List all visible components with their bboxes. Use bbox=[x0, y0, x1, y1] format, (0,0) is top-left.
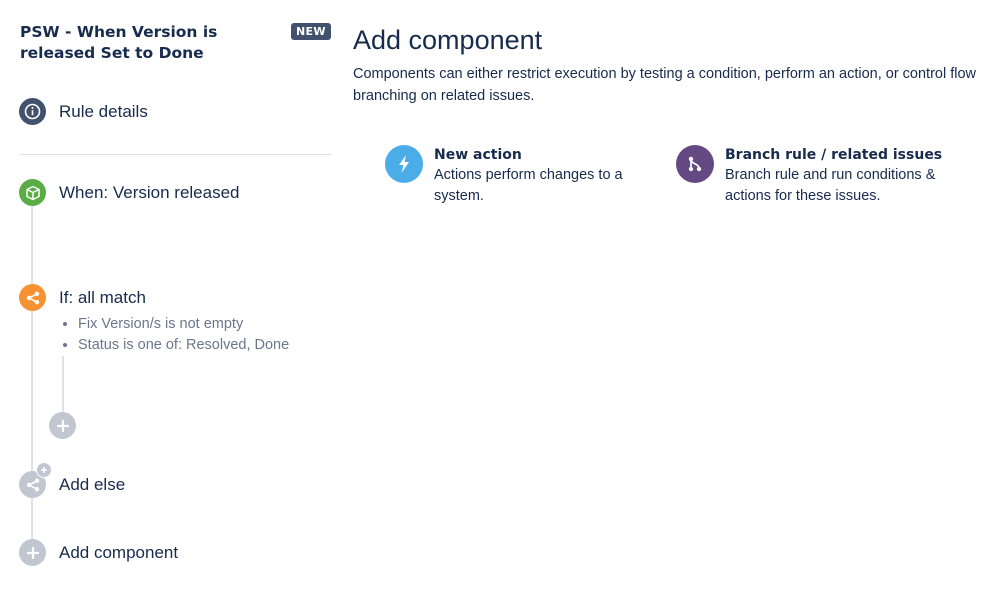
new-badge: NEW bbox=[291, 23, 331, 40]
divider bbox=[20, 154, 331, 155]
rule-details-label: Rule details bbox=[59, 101, 148, 121]
timeline-line bbox=[31, 206, 33, 286]
condition-list-item: Status is one of: Resolved, Done bbox=[78, 335, 289, 356]
add-component-item[interactable]: Add component bbox=[19, 539, 178, 566]
timeline-line bbox=[31, 497, 33, 539]
new-action-title: New action bbox=[434, 147, 522, 163]
lightning-icon bbox=[385, 145, 423, 183]
plus-icon bbox=[56, 419, 69, 432]
branch-rule-description: Branch rule and run conditions & actions… bbox=[725, 167, 936, 204]
plus-badge-icon bbox=[36, 462, 52, 478]
add-component-label: Add component bbox=[59, 542, 179, 562]
plus-icon bbox=[19, 539, 46, 566]
new-action-description: Actions perform changes to a system. bbox=[434, 167, 623, 204]
trigger-label: When: Version released bbox=[59, 182, 240, 202]
condition-list: Fix Version/s is not empty Status is one… bbox=[60, 314, 289, 356]
new-action-card[interactable]: New action Actions perform changes to a … bbox=[385, 145, 645, 207]
page-description: Components can either restrict execution… bbox=[353, 66, 977, 104]
add-step-button[interactable] bbox=[49, 412, 76, 439]
timeline-line bbox=[31, 311, 33, 471]
rule-details-item[interactable]: Rule details bbox=[19, 98, 148, 125]
branch-line bbox=[62, 356, 64, 412]
page-title: Add component bbox=[353, 25, 543, 55]
condition-list-item: Fix Version/s is not empty bbox=[78, 314, 289, 335]
share-icon bbox=[19, 284, 46, 311]
trigger-item[interactable]: When: Version released bbox=[19, 179, 240, 206]
add-else-item[interactable]: Add else bbox=[19, 462, 126, 498]
condition-label: If: all match bbox=[59, 287, 146, 307]
rule-title: PSW - When Version is released Set to Do… bbox=[20, 23, 218, 62]
info-icon bbox=[19, 98, 46, 125]
branch-rule-card[interactable]: Branch rule / related issues Branch rule… bbox=[676, 145, 966, 207]
branch-icon bbox=[676, 145, 714, 183]
share-icon bbox=[19, 462, 52, 498]
cube-icon bbox=[19, 179, 46, 206]
condition-item[interactable]: If: all match bbox=[19, 284, 146, 311]
add-else-label: Add else bbox=[59, 474, 126, 494]
branch-rule-title: Branch rule / related issues bbox=[725, 147, 943, 163]
